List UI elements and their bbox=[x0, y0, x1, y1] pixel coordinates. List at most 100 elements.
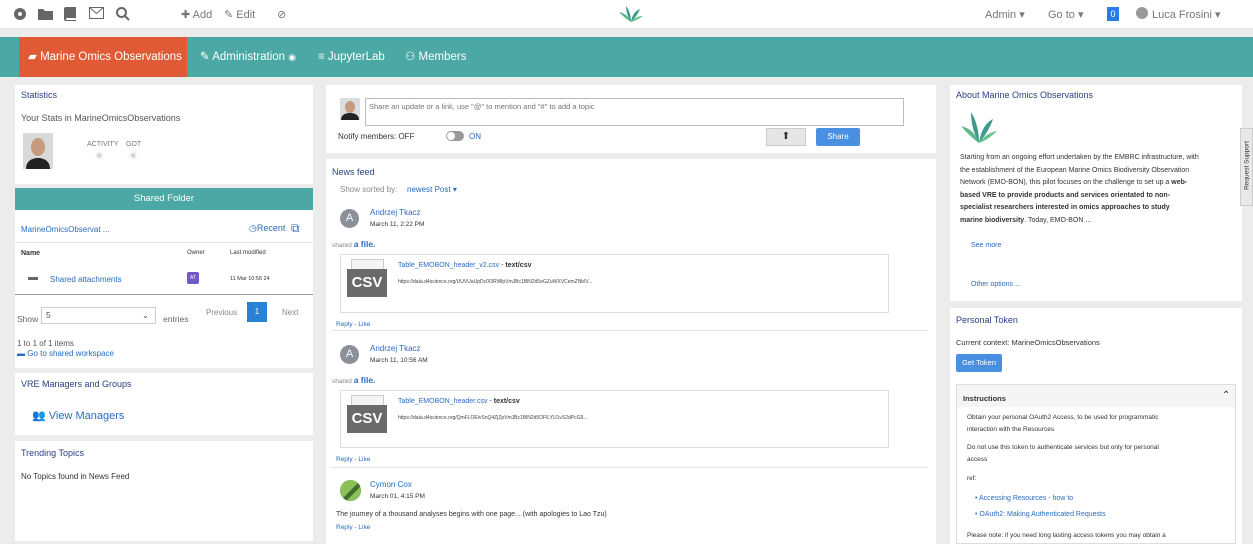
collapse-icon[interactable]: ⌃ bbox=[1222, 390, 1230, 401]
file-name[interactable]: Table_EMOBON_header.csv bbox=[398, 398, 488, 405]
share-panel: Notify members: OFF ON ⬆ Share bbox=[326, 85, 936, 153]
admin-menu[interactable]: Admin ▾ bbox=[985, 8, 1025, 21]
post-date: March 01, 4:15 PM bbox=[370, 493, 425, 500]
main-navbar: ▰ Marine Omics Observations ✎ Administra… bbox=[0, 37, 1253, 77]
file-attachment[interactable]: CSV Table_EMOBON_header.csv - text/csv h… bbox=[340, 390, 889, 448]
search-icon[interactable] bbox=[116, 7, 130, 24]
folder-row-name[interactable]: Shared attachments bbox=[50, 275, 122, 284]
doc-link-1[interactable]: • Accessing Resources - how to bbox=[975, 495, 1073, 502]
post-author[interactable]: Andrzej Tkacz bbox=[370, 208, 421, 217]
instructions-p2: Do not use this token to authenticate se… bbox=[967, 442, 1159, 465]
goto-label: Go to bbox=[1048, 9, 1075, 21]
open-external-icon[interactable]: ⧉ bbox=[291, 221, 300, 236]
file-type: text/csv bbox=[493, 398, 520, 405]
file-attachment[interactable]: CSV Table_EMOBON_header_v2.csv - text/cs… bbox=[340, 254, 889, 313]
other-options-link[interactable]: Other options ... bbox=[971, 281, 1021, 288]
doc-link-2-label: OAuth2: Making Authenticated Requests bbox=[979, 511, 1106, 518]
goto-menu[interactable]: Go to ▾ bbox=[1048, 8, 1083, 21]
previous-button[interactable]: Previous bbox=[206, 308, 237, 317]
like-link[interactable]: Like bbox=[358, 321, 370, 328]
share-button[interactable]: Share bbox=[816, 128, 860, 146]
shared-file-link[interactable]: a file. bbox=[354, 375, 376, 385]
vre-leaf-logo-icon bbox=[960, 110, 998, 146]
users-icon: ⚇ bbox=[405, 51, 416, 63]
doc-link-2[interactable]: • OAuth2: Making Authenticated Requests bbox=[975, 511, 1106, 518]
post-actions: Reply - Like bbox=[336, 321, 370, 328]
folder-path-link[interactable]: MarineOmicsObservat ... bbox=[21, 225, 109, 234]
col-modified[interactable]: Last modified bbox=[230, 250, 266, 256]
token-context: Current context: MarineOmicsObservations bbox=[956, 338, 1100, 347]
list-icon: ≡ bbox=[318, 51, 325, 63]
col-name[interactable]: Name bbox=[21, 250, 40, 257]
share-input[interactable] bbox=[365, 98, 904, 126]
author-avatar[interactable]: A bbox=[340, 209, 359, 228]
upload-button[interactable]: ⬆ bbox=[766, 128, 806, 146]
post-author[interactable]: Cymon Cox bbox=[370, 480, 412, 489]
file-name[interactable]: Table_EMOBON_header_v2.csv bbox=[398, 262, 499, 269]
post-date: March 11, 2:22 PM bbox=[370, 221, 425, 228]
edit-button[interactable]: ✎ Edit bbox=[224, 8, 255, 21]
folder-icon[interactable] bbox=[38, 7, 53, 23]
dashboard-icon[interactable] bbox=[13, 7, 27, 24]
recent-button[interactable]: ◷Recent bbox=[249, 223, 285, 234]
tab-label: Administration bbox=[212, 51, 286, 63]
about-panel: About Marine Omics Observations Starting… bbox=[950, 85, 1242, 301]
see-more-link[interactable]: See more bbox=[971, 242, 1001, 249]
instructions-title: Instructions bbox=[963, 394, 1006, 403]
notify-label: Notify members: OFF bbox=[338, 132, 415, 141]
col-owner[interactable]: Owner bbox=[187, 250, 205, 256]
notify-on-label: ON bbox=[469, 132, 481, 141]
goto-workspace-link[interactable]: ▬ Go to shared workspace bbox=[17, 349, 114, 358]
reply-link[interactable]: Reply bbox=[336, 524, 353, 531]
get-token-button[interactable]: Get Token bbox=[956, 354, 1002, 372]
users-icon: 👥 bbox=[32, 410, 46, 422]
show-label: Show bbox=[17, 314, 39, 324]
file-url[interactable]: https://data.d4science.org/UUVUaUpDc0I3R… bbox=[398, 279, 592, 285]
tab-jupyterlab[interactable]: ≡ JupyterLab bbox=[318, 37, 385, 77]
tab-administration[interactable]: ✎ Administration ◉ bbox=[200, 37, 296, 77]
like-link[interactable]: Like bbox=[358, 524, 370, 531]
about-tail: . Today, EMO-BON ... bbox=[1024, 216, 1092, 224]
page-1-button[interactable]: 1 bbox=[247, 302, 267, 322]
edit-label: Edit bbox=[236, 9, 256, 21]
leaf-logo-icon[interactable] bbox=[618, 5, 644, 25]
hide-icon[interactable]: ⊘ bbox=[277, 8, 286, 21]
admin-label: Admin bbox=[985, 9, 1017, 21]
top-toolbar: ✚ Add ✎ Edit ⊘ Admin ▾ Go to ▾ 0 Luca Fr… bbox=[0, 0, 1253, 29]
author-avatar[interactable]: A bbox=[340, 345, 359, 364]
book-icon[interactable] bbox=[64, 7, 77, 24]
chevron-down-icon: ◉ bbox=[288, 52, 297, 62]
post-author[interactable]: Andrzej Tkacz bbox=[370, 344, 421, 353]
notify-toggle[interactable] bbox=[446, 131, 464, 141]
reply-link[interactable]: Reply bbox=[336, 456, 353, 463]
news-feed-panel: News feed Show sorted by: newest Post ▾ … bbox=[326, 159, 936, 544]
mail-icon[interactable] bbox=[89, 7, 104, 22]
user-menu[interactable]: Luca Frosini ▾ bbox=[1152, 8, 1221, 21]
goto-workspace-label: Go to shared workspace bbox=[27, 349, 114, 358]
about-line: the establishment of the European Marine… bbox=[960, 166, 1190, 174]
request-support-tab[interactable]: Request Support bbox=[1240, 128, 1253, 206]
like-link[interactable]: Like bbox=[358, 456, 370, 463]
post-date: March 11, 10:56 AM bbox=[370, 357, 428, 364]
file-title: Table_EMOBON_header.csv - text/csv bbox=[398, 398, 520, 405]
entries-select[interactable]: 5 ⌄ bbox=[41, 307, 156, 324]
next-button[interactable]: Next bbox=[282, 308, 298, 317]
reply-link[interactable]: Reply bbox=[336, 321, 353, 328]
user-avatar[interactable] bbox=[1136, 7, 1148, 19]
notification-badge[interactable]: 0 bbox=[1107, 7, 1119, 21]
tab-marine-omics[interactable]: ▰ Marine Omics Observations bbox=[19, 37, 187, 77]
user-photo bbox=[340, 98, 360, 120]
file-url[interactable]: https://data.d4science.org/QmFLOElvSnQ4Z… bbox=[398, 415, 587, 421]
file-title: Table_EMOBON_header_v2.csv - text/csv bbox=[398, 262, 531, 269]
shared-file-link[interactable]: a file. bbox=[354, 239, 376, 249]
post-actions: Reply - Like bbox=[336, 456, 370, 463]
tab-members[interactable]: ⚇ Members bbox=[405, 37, 466, 77]
add-button[interactable]: ✚ Add bbox=[181, 8, 212, 21]
upload-icon: ⬆ bbox=[781, 131, 791, 142]
shared-folder-panel: Shared Folder MarineOmicsObservat ... ◷R… bbox=[15, 188, 313, 368]
view-managers-link[interactable]: 👥 View Managers bbox=[32, 409, 124, 422]
instr-line: Do not use this token to authenticate se… bbox=[967, 444, 1159, 451]
shared-word: shared bbox=[332, 242, 352, 249]
sort-select[interactable]: newest Post ▾ bbox=[407, 185, 457, 194]
author-avatar[interactable] bbox=[340, 480, 361, 501]
